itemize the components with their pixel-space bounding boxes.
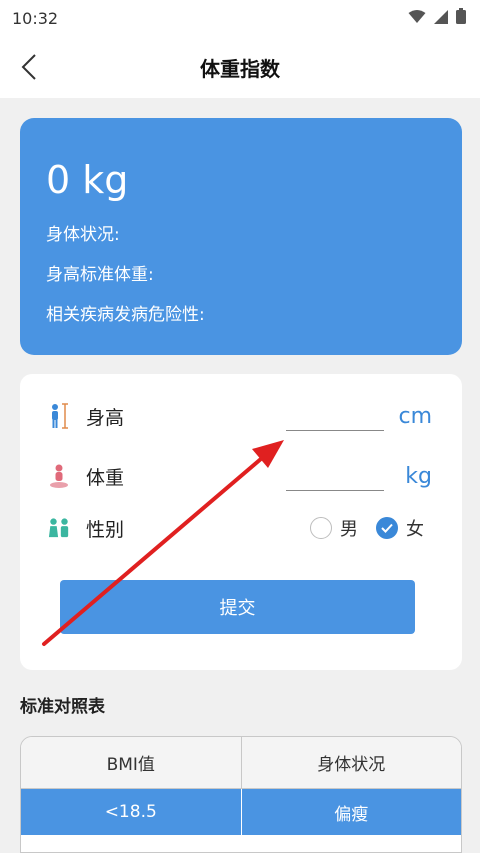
weight-label: 体重 [86, 466, 125, 489]
result-weight-value: 0 kg [46, 158, 129, 202]
disease-risk-label: 相关疾病发病危险性: [46, 305, 205, 325]
signal-icon [434, 9, 448, 28]
weight-icon [48, 463, 70, 489]
gender-option-female[interactable]: 女 [376, 515, 424, 541]
back-button[interactable] [14, 52, 44, 82]
standard-weight-label: 身高标准体重: [46, 265, 154, 285]
table-row: <18.5 偏瘦 [21, 789, 461, 835]
gender-option-label: 女 [406, 519, 424, 540]
app-bar: 体重指数 [0, 36, 480, 98]
page-title: 体重指数 [200, 56, 280, 81]
body-status-label: 身体状况: [46, 225, 120, 245]
gender-radio-group: 男 女 [310, 515, 442, 541]
height-row: 身高 cm [20, 394, 462, 438]
gender-label: 性别 [86, 518, 125, 541]
gender-icon [48, 515, 70, 541]
gender-row: 性别 男 女 [20, 506, 462, 550]
result-card: 0 kg 身体状况: 身高标准体重: 相关疾病发病危险性: [20, 118, 462, 355]
reference-table: BMI值 身体状况 <18.5 偏瘦 [20, 736, 462, 853]
radio-unchecked-icon [310, 517, 332, 539]
table-cell-bmi: <18.5 [104, 802, 157, 822]
gender-option-male[interactable]: 男 [310, 515, 358, 541]
height-unit: cm [398, 403, 432, 429]
gender-option-label: 男 [340, 519, 358, 540]
battery-icon [456, 8, 466, 28]
table-header: BMI值 身体状况 [21, 737, 461, 789]
table-cell-body-status: 偏瘦 [240, 789, 462, 835]
height-input[interactable] [286, 401, 384, 431]
status-time: 10:32 [12, 8, 59, 28]
height-icon [48, 403, 70, 429]
chevron-left-icon [21, 54, 36, 80]
weight-input[interactable] [286, 461, 384, 491]
submit-button[interactable]: 提交 [60, 580, 415, 634]
radio-checked-icon [376, 517, 398, 539]
weight-unit: kg [405, 463, 432, 489]
height-label: 身高 [86, 406, 125, 429]
column-header-bmi: BMI值 [106, 755, 155, 775]
reference-table-title: 标准对照表 [20, 697, 105, 717]
column-header-body-status: 身体状况 [240, 737, 462, 788]
status-bar: 10:32 [0, 0, 480, 36]
status-icons [408, 8, 466, 28]
weight-row: 体重 kg [20, 454, 462, 498]
form-card: 身高 cm 体重 kg 性别 男 女 提交 [20, 374, 462, 670]
wifi-icon [408, 9, 426, 28]
